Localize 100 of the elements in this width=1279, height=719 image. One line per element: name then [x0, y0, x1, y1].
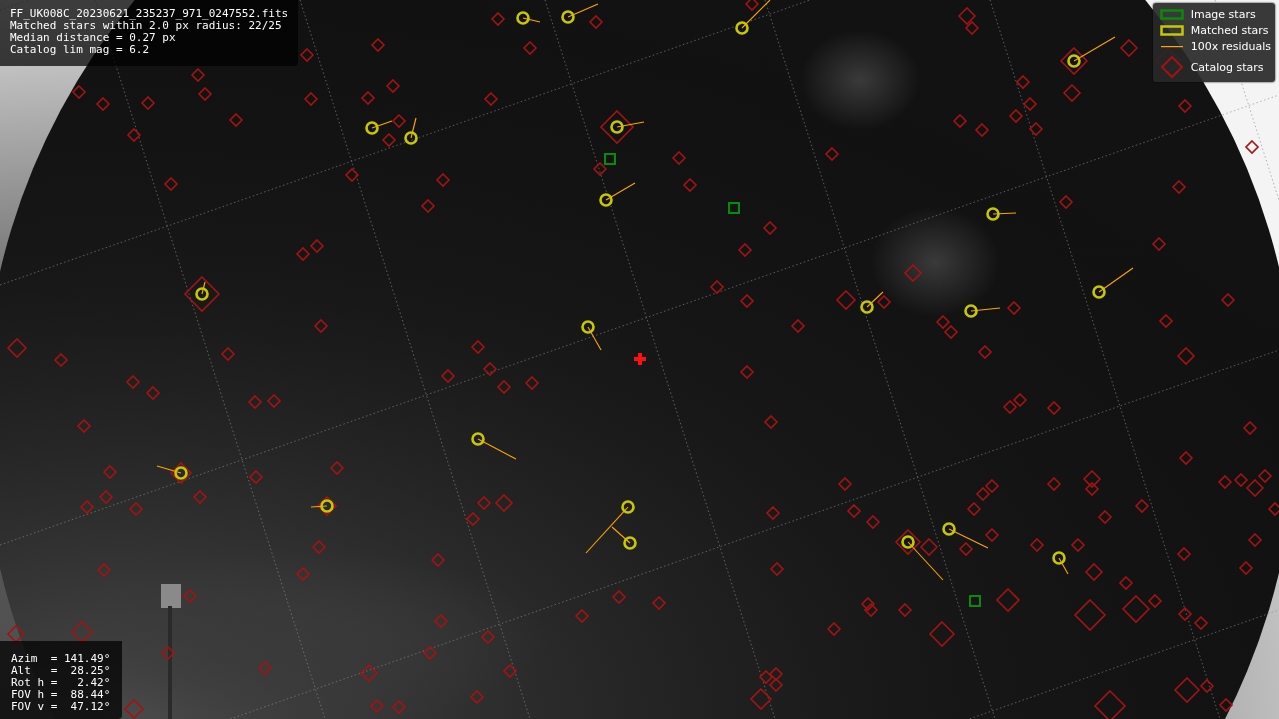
catalog-star-marker: [522, 40, 538, 56]
residual-line: [1073, 36, 1116, 62]
catalog-star-marker: [737, 242, 753, 258]
catalog-star-marker: [682, 177, 698, 193]
catalog-star-marker: [76, 418, 92, 434]
catalog-star-marker: [190, 67, 206, 83]
residual-line: [948, 528, 989, 549]
catalog-star-marker: [744, 0, 760, 12]
catalog-star-marker: [574, 608, 590, 624]
catalog-star-marker: [1151, 236, 1167, 252]
catalog-star-marker: [958, 541, 974, 557]
catalog-star-marker: [1022, 96, 1038, 112]
catalog-star-marker: [483, 91, 499, 107]
catalog-star-marker: [502, 663, 518, 679]
catalog-star-marker: [824, 146, 840, 162]
catalog-star-marker: [1028, 121, 1044, 137]
catalog-star-marker: [433, 613, 449, 629]
catalog-star-marker: [1244, 139, 1260, 155]
catalog-star-marker: [768, 666, 784, 682]
catalog-star-marker: [183, 275, 221, 313]
info-text: FOV v = 47.12°: [11, 701, 111, 713]
info-text: Catalog lim mag = 6.2: [10, 44, 151, 56]
residual-line: [1058, 557, 1069, 575]
catalog-star-marker: [846, 503, 862, 519]
catalog-star-marker: [1177, 606, 1193, 622]
residual-line: [587, 326, 602, 351]
catalog-star-marker: [482, 361, 498, 377]
catalog-star-marker: [769, 561, 785, 577]
catalog-star-marker: [329, 460, 345, 476]
catalog-star-marker: [1084, 481, 1100, 497]
catalog-star-marker: [1245, 478, 1265, 498]
catalog-star-marker: [943, 324, 959, 340]
catalog-star-marker: [935, 314, 951, 330]
catalog-star-marker: [311, 539, 327, 555]
crosshair-marker: [634, 353, 646, 365]
catalog-star-marker: [313, 318, 329, 334]
catalog-star-marker: [651, 595, 667, 611]
catalog-star-marker: [299, 47, 315, 63]
residual-line: [616, 121, 645, 128]
catalog-star-marker: [1178, 450, 1194, 466]
info-text: Matched stars within 2.0 px radius: 22/25: [10, 20, 282, 32]
catalog-star-marker: [385, 78, 401, 94]
catalog-star-marker: [1046, 400, 1062, 416]
catalog-star-marker: [182, 588, 198, 604]
catalog-star-marker: [96, 562, 112, 578]
residual-line: [522, 17, 541, 23]
catalog-star-marker: [984, 478, 1000, 494]
catalog-star-marker: [1118, 575, 1134, 591]
residual-line: [410, 117, 417, 139]
catalog-star-marker: [763, 414, 779, 430]
catalog-star-marker: [494, 493, 514, 513]
catalog-star-marker: [1217, 474, 1233, 490]
catalog-star-marker: [1193, 615, 1209, 631]
catalog-star-marker: [1176, 346, 1196, 366]
catalog-star-marker: [952, 113, 968, 129]
catalog-star-marker: [1247, 532, 1263, 548]
residual-line: [907, 541, 944, 581]
catalog-star-marker: [79, 499, 95, 515]
catalog-star-marker: [422, 645, 438, 661]
catalog-star-marker: [1119, 38, 1139, 58]
catalog-star-marker: [440, 368, 456, 384]
rectangle-icon: [1159, 9, 1184, 20]
catalog-star-marker: [957, 6, 977, 26]
catalog-star-marker: [344, 167, 360, 183]
catalog-star-marker: [1177, 98, 1193, 114]
residual-line: [741, 0, 771, 29]
line-icon: [1160, 45, 1183, 48]
catalog-star-marker: [837, 476, 853, 492]
residual-line: [567, 3, 599, 18]
catalog-star-marker: [465, 511, 481, 527]
catalog-star-marker: [169, 461, 193, 485]
catalog-star-marker: [928, 620, 956, 648]
catalog-star-marker: [192, 489, 208, 505]
residual-line: [970, 307, 1001, 312]
catalog-star-marker: [995, 587, 1021, 613]
catalog-star-marker: [6, 624, 26, 644]
catalog-star-marker: [984, 527, 1000, 543]
catalog-star-marker: [876, 294, 892, 310]
catalog-star-marker: [1082, 469, 1102, 489]
legend-label: Matched stars: [1190, 23, 1270, 38]
catalog-star-marker: [295, 566, 311, 582]
catalog-star-marker: [1062, 83, 1082, 103]
catalog-star-marker: [359, 663, 379, 683]
residual-line: [310, 505, 328, 508]
catalog-star-marker: [370, 37, 386, 53]
catalog-star-marker: [1059, 46, 1089, 76]
residual-line: [866, 291, 884, 308]
catalog-star-marker: [524, 375, 540, 391]
catalog-star-marker: [588, 14, 604, 30]
catalog-star-marker: [919, 537, 939, 557]
catalog-star-marker: [126, 127, 142, 143]
catalog-star-marker: [765, 505, 781, 521]
info-text: Azim = 141.49°: [11, 653, 111, 665]
catalog-star-marker: [247, 394, 263, 410]
catalog-star-marker: [369, 698, 385, 714]
catalog-star-marker: [1084, 562, 1104, 582]
residual-line: [477, 438, 517, 460]
catalog-star-marker: [102, 464, 118, 480]
catalog-star-marker: [1008, 108, 1024, 124]
catalog-star-marker: [360, 90, 376, 106]
